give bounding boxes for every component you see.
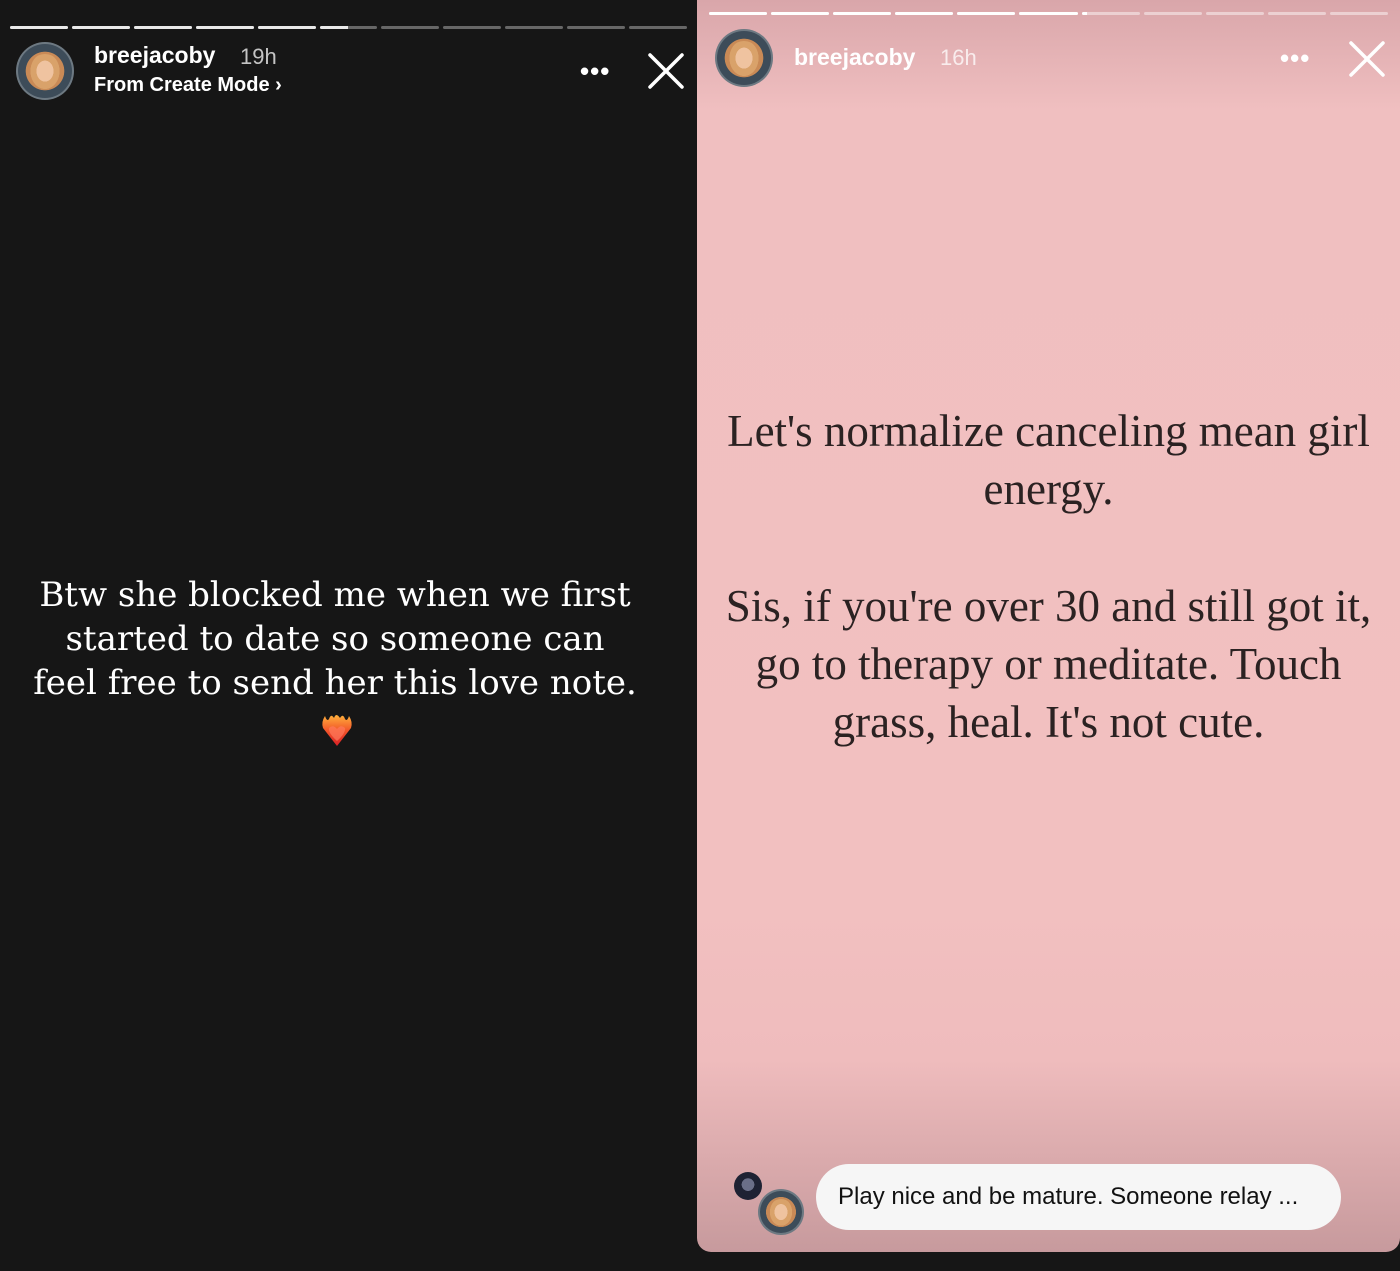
post-time: 19h [240,44,277,69]
progress-segment [709,12,768,15]
progress-segment-fill [319,26,349,29]
close-icon[interactable] [1347,39,1387,79]
progress-segment [1329,12,1389,15]
progress-segment [1143,12,1202,15]
progress-segment [1205,12,1264,15]
progress-segment [833,12,892,15]
progress-segment [771,12,830,15]
progress-segment-fill [957,12,1016,15]
progress-segment-fill [257,26,316,29]
progress-segment [195,26,254,29]
progress-segment [1267,12,1326,15]
avatar[interactable] [715,29,773,87]
progress-segment-fill [709,12,768,15]
reply-text: Play nice and be mature. Someone relay .… [838,1183,1299,1210]
username[interactable]: breejacoby [94,42,215,69]
progress-segment-fill [771,12,830,15]
more-options-button[interactable]: ••• [580,56,610,87]
progress-segment-fill [71,26,130,29]
post-time: 16h [940,45,977,70]
reply-avatar-secondary [734,1172,762,1200]
progress-segment [567,26,626,29]
progress-segment [895,12,954,15]
create-mode-link[interactable]: From Create Mode › [94,74,282,97]
progress-segment [443,26,502,29]
story-panel-left[interactable]: breejacoby 19h From Create Mode › ••• Bt… [0,0,697,1271]
more-options-button[interactable]: ••• [1280,43,1310,74]
progress-segment [1081,12,1140,15]
reply-avatar [758,1189,804,1235]
progress-segment [381,26,440,29]
progress-segment [629,26,687,29]
progress-segment-fill [10,26,68,29]
story-caption: Btw she blocked me when we first started… [33,575,637,703]
progress-segment-fill [195,26,254,29]
avatar[interactable] [16,42,74,100]
reply-avatars [734,1172,806,1238]
progress-segment [505,26,564,29]
quote-text-line-1: Let's normalize canceling mean girl ener… [727,406,1370,514]
reply-bubble[interactable]: Play nice and be mature. Someone relay .… [816,1164,1341,1230]
progress-segment-fill [833,12,892,15]
progress-segment-fill [1019,12,1078,15]
progress-segment-fill [895,12,954,15]
panel-bottom-strip [697,1252,1400,1271]
progress-segment [319,26,378,29]
username[interactable]: breejacoby [794,44,915,71]
progress-segment [71,26,130,29]
close-icon[interactable] [646,51,686,91]
progress-segment [133,26,192,29]
progress-segment-fill [1081,12,1088,15]
quote-text-line-2: Sis, if you're over 30 and still got it,… [725,581,1372,747]
progress-segment [957,12,1016,15]
progress-segment [1019,12,1078,15]
heart-on-fire-icon [322,715,352,746]
progress-segment-fill [133,26,192,29]
story-progress-bar [10,26,687,29]
story-panel-right[interactable]: breejacoby 16h ••• Let's normalize cance… [697,0,1400,1252]
progress-segment [257,26,316,29]
progress-segment [10,26,68,29]
story-progress-bar [709,12,1389,15]
